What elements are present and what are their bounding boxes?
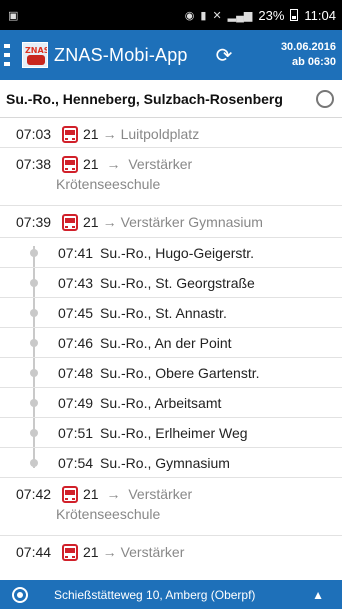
bus-icon: [62, 126, 78, 143]
stop-dot: [30, 309, 38, 317]
stop-name: Su.-Ro., Hugo-Geigerstr.: [100, 244, 255, 261]
destination: Verstärker Gymnasium: [120, 214, 263, 230]
arrow-icon: →: [106, 156, 121, 172]
line-number: 21: [83, 544, 99, 560]
stop-row[interactable]: 07:54 Su.-Ro., Gymnasium: [0, 448, 342, 478]
stop-dot: [30, 249, 38, 257]
stop-row[interactable]: 07:46 Su.-Ro., An der Point: [0, 328, 342, 358]
stop-time: 07:51: [58, 424, 94, 441]
location-status-icon: ◉: [184, 9, 195, 22]
stop-row[interactable]: 07:45 Su.-Ro., St. Annastr.: [0, 298, 342, 328]
departure-time: 07:39: [16, 214, 52, 230]
bus-icon: [62, 486, 78, 503]
current-address: Schießstätteweg 10, Amberg (Oberpf): [54, 587, 256, 602]
stop-row[interactable]: 07:49 Su.-Ro., Arbeitsamt: [0, 388, 342, 418]
chevron-up-icon[interactable]: ▲: [312, 588, 324, 602]
battery-percent: 23%: [258, 7, 285, 23]
status-bar: ▣ ◉ ▮ ✕ ▂▄▆ 23% 11:04: [0, 0, 342, 30]
destination: Luitpoldplatz: [120, 126, 200, 142]
line-number: 21: [83, 214, 99, 230]
gps-icon[interactable]: [12, 586, 28, 603]
bus-icon: [62, 214, 78, 231]
refresh-icon[interactable]: ⟳: [216, 43, 233, 68]
stop-name: Su.-Ro., Arbeitsamt: [100, 394, 222, 411]
stop-time: 07:54: [58, 454, 94, 471]
location-bar[interactable]: Schießstätteweg 10, Amberg (Oberpf) ▲: [0, 580, 342, 609]
stop-row[interactable]: 07:43 Su.-Ro., St. Georgstraße: [0, 268, 342, 298]
stop-dot: [30, 429, 38, 437]
departure-time: 07:44: [16, 544, 52, 560]
arrow-icon: →: [102, 214, 117, 230]
stop-name: Su.-Ro., Gymnasium: [100, 454, 230, 471]
destination: Verstärker: [120, 544, 185, 560]
stop-header: Su.-Ro., Henneberg, Sulzbach-Rosenberg: [0, 80, 342, 118]
intermediate-stops: 07:41 Su.-Ro., Hugo-Geigerstr. 07:43 Su.…: [0, 238, 342, 478]
destination-line2: Krötenseeschule: [56, 176, 161, 192]
selected-date: 30.06.2016: [280, 41, 336, 53]
stop-dot: [30, 339, 38, 347]
stop-name: Su.-Ro., Obere Gartenstr.: [100, 364, 260, 381]
app-title: ZNAS-Mobi-App: [54, 44, 188, 65]
departure-row[interactable]: 07:42 21 → Verstärker Krötenseeschule: [0, 478, 342, 536]
departure-time: 07:42: [16, 486, 52, 502]
app-logo: ZNAS: [22, 42, 48, 68]
arrow-icon: →: [102, 544, 117, 560]
departure-row[interactable]: 07:44 21 → Verstärker: [0, 536, 342, 566]
stop-time: 07:45: [58, 304, 94, 321]
bus-icon: [62, 156, 78, 173]
arrow-icon: →: [102, 126, 117, 142]
locate-icon[interactable]: [316, 90, 334, 108]
stop-dot: [30, 369, 38, 377]
stop-dot: [30, 399, 38, 407]
departure-time: 07:38: [16, 156, 52, 172]
stop-row[interactable]: 07:48 Su.-Ro., Obere Gartenstr.: [0, 358, 342, 388]
departure-row-expanded[interactable]: 07:39 21 → Verstärker Gymnasium: [0, 206, 342, 238]
signal-icon: ▂▄▆: [227, 9, 253, 22]
nfc-icon: ▮: [200, 9, 207, 22]
destination-line2: Krötenseeschule: [56, 506, 161, 522]
stop-name: Su.-Ro., St. Annastr.: [100, 304, 227, 321]
stop-name: Su.-Ro., Erlheimer Weg: [100, 424, 248, 441]
stop-name: Su.-Ro., St. Georgstraße: [100, 274, 255, 291]
battery-icon: [290, 9, 299, 21]
bus-icon: [62, 544, 78, 561]
departure-row[interactable]: 07:03 21 → Luitpoldplatz: [0, 118, 342, 148]
status-time: 11:04: [304, 7, 336, 23]
mute-icon: ✕: [212, 9, 222, 22]
menu-icon[interactable]: [4, 42, 18, 68]
line-number: 21: [83, 486, 99, 502]
stop-time: 07:41: [58, 244, 94, 261]
notification-icon: ▣: [8, 9, 19, 22]
stop-dot: [30, 459, 38, 467]
stop-dot: [30, 279, 38, 287]
stop-time: 07:48: [58, 364, 94, 381]
stop-title: Su.-Ro., Henneberg, Sulzbach-Rosenberg: [6, 90, 283, 107]
departure-list: 07:03 21 → Luitpoldplatz 07:38 21 → Vers…: [0, 118, 342, 566]
departure-row[interactable]: 07:38 21 → Verstärker Krötenseeschule: [0, 148, 342, 206]
arrow-icon: →: [106, 486, 121, 502]
date-time-selector[interactable]: 30.06.2016 ab 06:30: [281, 40, 336, 70]
stop-time: 07:43: [58, 274, 94, 291]
destination: Verstärker: [128, 156, 193, 172]
stop-time: 07:46: [58, 334, 94, 351]
stop-name: Su.-Ro., An der Point: [100, 334, 232, 351]
line-number: 21: [83, 126, 99, 142]
stop-row[interactable]: 07:41 Su.-Ro., Hugo-Geigerstr.: [0, 238, 342, 268]
stop-time: 07:49: [58, 394, 94, 411]
selected-time: ab 06:30: [291, 56, 336, 68]
destination: Verstärker: [128, 486, 193, 502]
departure-time: 07:03: [16, 126, 52, 142]
line-number: 21: [83, 156, 99, 172]
stop-row[interactable]: 07:51 Su.-Ro., Erlheimer Weg: [0, 418, 342, 448]
app-bar: ZNAS ZNAS-Mobi-App ⟳ 30.06.2016 ab 06:30: [0, 30, 342, 80]
